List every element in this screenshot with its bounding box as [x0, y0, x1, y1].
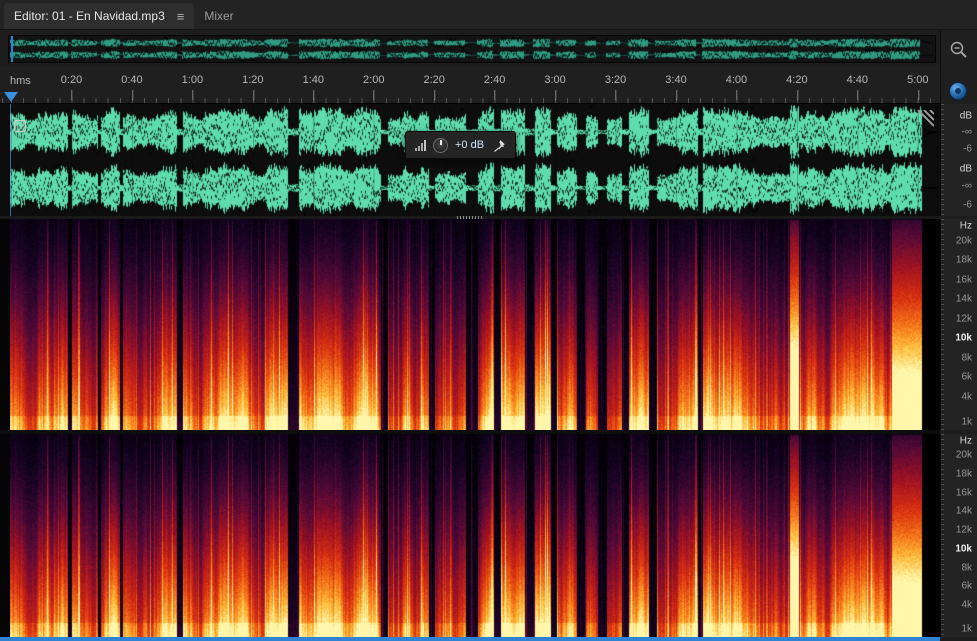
hz-scale-label: 18k	[955, 254, 972, 266]
frequency-scale-1[interactable]: Hz 20k 18k 16k 14k 12k 10k 8k 6k 4k 1k	[940, 219, 977, 430]
waveform-canvas[interactable]	[10, 104, 936, 216]
playhead-marker[interactable]	[4, 92, 18, 102]
time-label: 5:00	[907, 74, 929, 100]
pin-icon[interactable]	[493, 139, 506, 152]
time-label: 1:40	[302, 74, 325, 100]
time-label: 4:40	[846, 74, 869, 100]
time-label: 1:20	[242, 74, 264, 100]
selection-bottom-line	[0, 637, 940, 641]
hz-scale-label: 20k	[955, 449, 972, 461]
spectrogram-canvas-1[interactable]	[10, 219, 936, 430]
hz-scale-label: 8k	[961, 562, 972, 574]
hz-scale-label: 14k	[955, 505, 972, 517]
gain-hud[interactable]: +0 dB	[405, 131, 517, 159]
frequency-scale-2[interactable]: Hz 20k 18k 16k 14k 12k 10k 8k 6k 4k 1k	[940, 434, 977, 637]
spectrogram-canvas-2[interactable]	[10, 434, 936, 637]
mixer-tab-label: Mixer	[204, 9, 234, 23]
hz-scale-label: 1k	[961, 416, 972, 428]
hz-scale-label: 1k	[961, 623, 972, 635]
tab-mixer[interactable]: Mixer	[194, 3, 243, 29]
time-label: 3:20	[604, 74, 627, 100]
overview-playhead[interactable]	[11, 36, 13, 62]
timeline-ruler[interactable]: hms 0:20 0:40 1:00 1:20 1:40 2:00 2:20 2…	[0, 66, 940, 104]
gain-knob[interactable]	[433, 137, 448, 153]
time-label: 2:40	[483, 74, 506, 100]
overview-waveform-canvas[interactable]	[10, 37, 934, 61]
zoom-navigator-row	[0, 30, 940, 66]
corner-handle-icon[interactable]	[14, 120, 26, 132]
time-label: 2:20	[423, 74, 445, 100]
hz-unit-label: Hz	[959, 220, 972, 232]
db-scale-label: -∞	[961, 126, 972, 138]
db-unit-label: dB	[959, 110, 972, 122]
waveform-display: +0 dB	[0, 104, 940, 216]
hz-scale-label: 12k	[955, 524, 972, 536]
spectrogram-channel-1	[0, 219, 940, 430]
time-label: 0:20	[60, 74, 83, 100]
panel-menu-icon[interactable]: ≡	[177, 9, 185, 24]
hz-scale-label: 4k	[961, 391, 972, 403]
hz-scale-label: 16k	[955, 487, 972, 499]
db-scale-label: -∞	[961, 180, 972, 192]
spectrogram-channel-2	[0, 434, 940, 637]
corner-grip-icon[interactable]	[916, 110, 934, 128]
overview-scroll-strip[interactable]	[8, 35, 936, 63]
hz-scale-label: 20k	[955, 235, 972, 247]
hz-scale-label: 16k	[955, 274, 972, 286]
zoom-out-icon[interactable]	[949, 40, 969, 60]
hz-scale-label: 10k	[955, 332, 972, 344]
hz-scale-label: 6k	[961, 580, 972, 592]
hz-scale-label: 10k	[955, 543, 972, 555]
tab-editor[interactable]: Editor: 01 - En Navidad.mp3 ≡	[4, 3, 195, 29]
time-label: 0:40	[121, 74, 143, 100]
ruler-ticks: 0:20 0:40 1:00 1:20 1:40 2:00 2:20 2:40 …	[0, 66, 940, 103]
playhead-line	[10, 104, 11, 216]
hz-unit-label: Hz	[959, 435, 972, 447]
db-unit-label: dB	[959, 163, 972, 175]
editor-tab-label: Editor: 01 - En Navidad.mp3	[14, 9, 165, 23]
panel-tab-bar: Editor: 01 - En Navidad.mp3 ≡ Mixer	[0, 0, 977, 30]
monitor-knob-icon[interactable]	[949, 82, 967, 100]
time-label: 2:00	[363, 74, 385, 100]
hz-scale-label: 12k	[955, 313, 972, 325]
hz-scale-label: 4k	[961, 599, 972, 611]
right-top-column	[940, 30, 977, 104]
time-label: 3:40	[665, 74, 687, 100]
hz-scale-label: 8k	[961, 352, 972, 364]
time-label: 1:00	[181, 74, 204, 100]
time-label: 4:20	[786, 74, 808, 100]
level-bars-icon	[415, 139, 426, 151]
time-label: 4:00	[725, 74, 748, 100]
db-scale-label: -6	[963, 143, 972, 155]
db-scale-label: -6	[963, 199, 972, 211]
hz-scale-label: 6k	[961, 371, 972, 383]
audition-editor-window: Editor: 01 - En Navidad.mp3 ≡ Mixer hms …	[0, 0, 977, 641]
hz-scale-label: 18k	[955, 468, 972, 480]
time-label: 3:00	[544, 74, 566, 100]
gain-value-label: +0 dB	[455, 139, 485, 151]
hz-scale-label: 14k	[955, 293, 972, 305]
amplitude-scale[interactable]: dB -∞ -6 dB -∞ -6	[940, 104, 977, 216]
